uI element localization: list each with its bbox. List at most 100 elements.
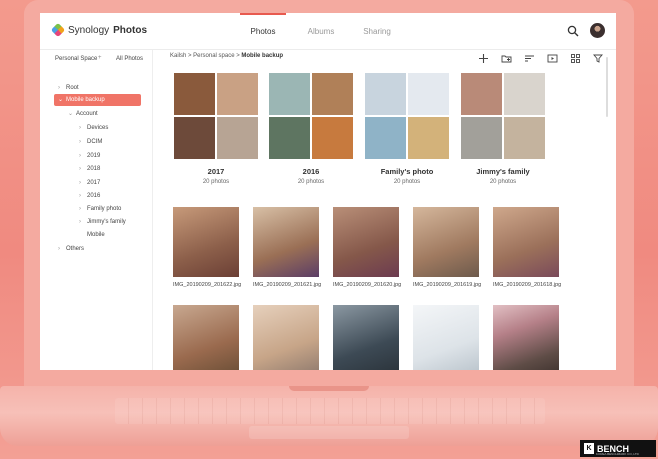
photo-thumbnail[interactable] xyxy=(493,305,559,370)
tab-sharing[interactable]: Sharing xyxy=(352,13,402,49)
album-cover xyxy=(269,73,353,159)
sidebar-item-mobile[interactable]: Mobile xyxy=(87,229,105,241)
album-thumb xyxy=(504,117,545,159)
sidebar-item-label: Mobile xyxy=(87,232,105,238)
sidebar-item-label: 2019 xyxy=(87,153,101,159)
sidebar-item-label: Others xyxy=(66,246,85,252)
album-thumb xyxy=(312,73,353,115)
chevron-right-icon: › xyxy=(58,246,60,252)
photo-image xyxy=(173,207,239,277)
sidebar-item-2019[interactable]: › 2019 xyxy=(79,150,100,162)
sidebar-item-label: DCIM xyxy=(87,139,103,145)
chevron-right-icon: › xyxy=(79,193,81,199)
album-thumb xyxy=(269,73,310,115)
main-tabs: Photos Albums Sharing xyxy=(240,13,402,49)
album-thumb xyxy=(174,117,215,159)
chevron-right-icon: › xyxy=(79,206,81,212)
chevron-down-icon: ⌄ xyxy=(58,97,64,103)
sidebar-item-account[interactable]: ⌄ Account xyxy=(68,108,98,120)
sidebar-item-dcim[interactable]: › DCIM xyxy=(79,136,102,148)
sidebar: Personal Space + All Photos › Root ⌄ Mobil… xyxy=(40,50,153,370)
album-cover xyxy=(461,73,545,159)
album-name: Family's photo xyxy=(380,167,434,176)
sidebar-item-2016[interactable]: › 2016 xyxy=(79,190,100,202)
chevron-right-icon: › xyxy=(79,139,81,145)
album-thumb xyxy=(217,73,258,115)
photo-thumbnail[interactable]: IMG_20190209_201622.jpg xyxy=(173,207,241,288)
album-card-2016[interactable]: 2016 20 photos xyxy=(269,73,353,185)
photo-thumbnail[interactable]: IMG_20190209_201619.jpg xyxy=(413,207,481,288)
photo-image xyxy=(253,207,319,277)
album-name: 2017 xyxy=(207,167,225,176)
sidebar-item-root[interactable]: › Root xyxy=(58,82,79,94)
album-count: 20 photos xyxy=(297,179,325,185)
photo-thumbnail[interactable] xyxy=(413,305,479,370)
add-icon[interactable] xyxy=(478,53,489,64)
photo-image xyxy=(333,305,399,370)
sidebar-item-label: 2017 xyxy=(87,180,101,186)
sidebar-item-label: Jimmy's family xyxy=(87,219,126,225)
tab-photos[interactable]: Photos xyxy=(240,13,286,49)
photo-image xyxy=(333,207,399,277)
sidebar-item-label: Root xyxy=(66,85,79,91)
sort-icon[interactable] xyxy=(524,53,535,64)
sidebar-item-label: Account xyxy=(76,111,98,117)
tab-albums[interactable]: Albums xyxy=(292,13,350,49)
slideshow-icon[interactable] xyxy=(547,53,558,64)
laptop-trackpad xyxy=(249,426,409,439)
sidebar-item-label: Family photo xyxy=(87,206,122,212)
sidebar-personal-space[interactable]: Personal Space xyxy=(55,56,97,62)
album-thumb xyxy=(504,73,545,115)
watermark-badge: K BENCH KOREA BENCHMARK CO.,LTD xyxy=(580,440,656,457)
sidebar-item-mobile-backup[interactable]: ⌄ Mobile backup xyxy=(54,94,141,106)
chevron-right-icon: › xyxy=(79,166,81,172)
grid-view-icon[interactable] xyxy=(570,53,581,64)
app-logo[interactable]: Synology Photos xyxy=(50,22,147,38)
synology-logo-icon xyxy=(50,22,66,38)
photo-image xyxy=(413,305,479,370)
photo-image xyxy=(493,305,559,370)
album-thumb xyxy=(365,117,406,159)
search-icon[interactable] xyxy=(567,25,579,37)
sidebar-add-icon[interactable]: + xyxy=(98,55,102,61)
sidebar-item-label: Devices xyxy=(87,125,109,131)
scrollbar[interactable] xyxy=(606,57,608,117)
photo-thumbnail[interactable]: IMG_20190209_201621.jpg xyxy=(253,207,321,288)
photo-thumbnail[interactable] xyxy=(253,305,319,370)
photo-thumbnail[interactable]: IMG_20190209_201618.jpg xyxy=(493,207,561,288)
album-name: Jimmy's family xyxy=(476,167,530,176)
sidebar-item-label: Mobile backup xyxy=(66,97,105,103)
photo-image xyxy=(413,207,479,277)
user-avatar[interactable] xyxy=(590,23,605,38)
breadcrumb-path[interactable]: Kailsh > Personal space > xyxy=(170,53,241,59)
laptop-keyboard xyxy=(115,398,545,424)
album-card-familys-photo[interactable]: Family's photo 20 photos xyxy=(365,73,449,185)
sidebar-item-2018[interactable]: › 2018 xyxy=(79,163,100,175)
album-card-jimmys-family[interactable]: Jimmy's family 20 photos xyxy=(461,73,545,185)
album-cover xyxy=(174,73,258,159)
filter-icon[interactable] xyxy=(593,53,604,64)
photo-filename: IMG_20190209_201619.jpg xyxy=(413,282,482,288)
photo-filename: IMG_20190209_201622.jpg xyxy=(173,282,242,288)
sidebar-item-others[interactable]: › Others xyxy=(58,243,84,255)
logo-text-light: Synology xyxy=(68,24,110,36)
sidebar-all-photos[interactable]: All Photos xyxy=(116,56,143,62)
album-thumb xyxy=(217,117,258,159)
new-folder-icon[interactable] xyxy=(501,53,512,64)
sidebar-item-family-photo[interactable]: › Family photo xyxy=(79,203,121,215)
sidebar-item-jimmys-family[interactable]: › Jimmy's family xyxy=(79,216,126,228)
sidebar-item-devices[interactable]: › Devices xyxy=(79,122,108,134)
album-thumb xyxy=(174,73,215,115)
photo-thumbnail[interactable] xyxy=(173,305,239,370)
photo-filename: IMG_20190209_201620.jpg xyxy=(333,282,402,288)
album-card-2017[interactable]: 2017 20 photos xyxy=(174,73,258,185)
album-thumb xyxy=(365,73,406,115)
sidebar-item-label: 2016 xyxy=(87,193,101,199)
photo-thumbnail[interactable] xyxy=(333,305,399,370)
breadcrumb: Kailsh > Personal space > Mobile backup xyxy=(170,53,283,59)
photo-thumbnail[interactable]: IMG_20190209_201620.jpg xyxy=(333,207,401,288)
album-count: 20 photos xyxy=(489,179,517,185)
chevron-right-icon: › xyxy=(79,125,81,131)
sidebar-item-2017[interactable]: › 2017 xyxy=(79,177,100,189)
chevron-right-icon: › xyxy=(58,85,60,91)
